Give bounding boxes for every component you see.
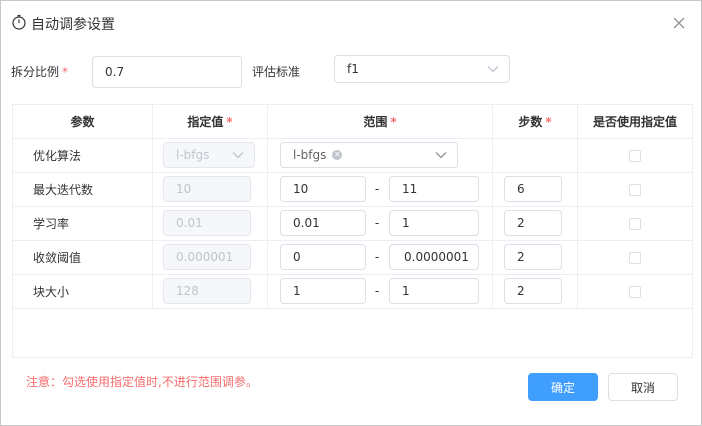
specified-input[interactable]: 0.01 — [163, 210, 251, 236]
specified-input[interactable]: 10 — [163, 176, 251, 202]
close-icon — [673, 17, 685, 29]
stopwatch-icon — [11, 14, 31, 34]
split-ratio-input[interactable]: 0.7 — [92, 56, 242, 88]
use-specified-checkbox[interactable] — [629, 183, 641, 196]
header-use-specified: 是否使用指定值 — [577, 104, 693, 139]
dialog-title-text: 自动调参设置 — [31, 17, 115, 33]
eval-criteria-select[interactable]: f1 — [334, 55, 510, 83]
table-row: 块大小 128 1 - 1 2 — [12, 274, 693, 309]
range-min-input[interactable]: 0 — [280, 244, 366, 270]
auto-tuning-dialog: 自动调参设置 拆分比例 * 0.7 评估标准 f1 参数 指定值 * 范围 * 步数 * — [0, 0, 702, 426]
header-range: 范围 * — [267, 104, 493, 139]
table-empty-row — [12, 308, 693, 358]
chevron-down-icon — [232, 152, 244, 159]
param-name: 最大迭代数 — [33, 183, 94, 197]
warning-note: 注意：勾选使用指定值时,不进行范围调参。 — [26, 375, 258, 389]
table-row: 学习率 0.01 0.01 - 1 2 — [12, 206, 693, 241]
confirm-button[interactable]: 确定 — [528, 373, 598, 401]
chevron-down-icon — [487, 66, 499, 73]
header-specified: 指定值 * — [152, 104, 268, 139]
specified-input[interactable]: 128 — [163, 278, 251, 304]
param-table: 参数 指定值 * 范围 * 步数 * 是否使用指定值 优化算法 l-bfgs l… — [12, 104, 693, 358]
range-max-input[interactable]: 1 — [389, 210, 479, 236]
use-specified-checkbox[interactable] — [629, 251, 641, 264]
param-name: 优化算法 — [33, 149, 82, 163]
use-specified-checkbox[interactable] — [629, 285, 641, 298]
table-row: 收敛阈值 0.000001 0 - 0.0000001 2 — [12, 240, 693, 275]
steps-input[interactable]: 6 — [504, 176, 562, 202]
table-row: 最大迭代数 10 10 - 11 6 — [12, 172, 693, 207]
range-max-input[interactable]: 1 — [389, 278, 479, 304]
range-min-input[interactable]: 1 — [280, 278, 366, 304]
specified-input[interactable]: 0.000001 — [163, 244, 251, 270]
steps-cell-empty — [492, 138, 578, 173]
range-max-input[interactable]: 0.0000001 — [389, 244, 479, 270]
selected-tag: l-bfgs ✕ — [293, 148, 343, 162]
steps-input[interactable]: 2 — [504, 244, 562, 270]
range-separator: - — [374, 182, 380, 196]
range-multi-select[interactable]: l-bfgs ✕ — [280, 142, 458, 168]
range-min-input[interactable]: 0.01 — [280, 210, 366, 236]
table-row: 优化算法 l-bfgs l-bfgs ✕ — [12, 138, 693, 173]
close-button[interactable] — [669, 13, 689, 33]
range-min-input[interactable]: 10 — [280, 176, 366, 202]
param-name: 收敛阈值 — [33, 251, 82, 265]
dialog-title: 自动调参设置 — [11, 14, 115, 34]
range-separator: - — [374, 284, 380, 298]
range-max-input[interactable]: 11 — [389, 176, 479, 202]
use-specified-checkbox[interactable] — [629, 217, 641, 230]
param-name: 块大小 — [33, 285, 70, 299]
use-specified-checkbox[interactable] — [629, 149, 641, 162]
header-param: 参数 — [12, 104, 153, 139]
range-separator: - — [374, 216, 380, 230]
specified-select[interactable]: l-bfgs — [163, 142, 255, 168]
tag-close-icon[interactable]: ✕ — [332, 150, 343, 160]
range-separator: - — [374, 250, 380, 264]
steps-input[interactable]: 2 — [504, 210, 562, 236]
steps-input[interactable]: 2 — [504, 278, 562, 304]
cancel-button[interactable]: 取消 — [608, 373, 678, 401]
eval-criteria-label: 评估标准 — [252, 65, 301, 79]
param-name: 学习率 — [33, 217, 70, 231]
table-header-row: 参数 指定值 * 范围 * 步数 * 是否使用指定值 — [12, 104, 693, 139]
header-steps: 步数 * — [492, 104, 578, 139]
chevron-down-icon — [435, 152, 447, 159]
split-ratio-label: 拆分比例 * — [11, 65, 69, 79]
